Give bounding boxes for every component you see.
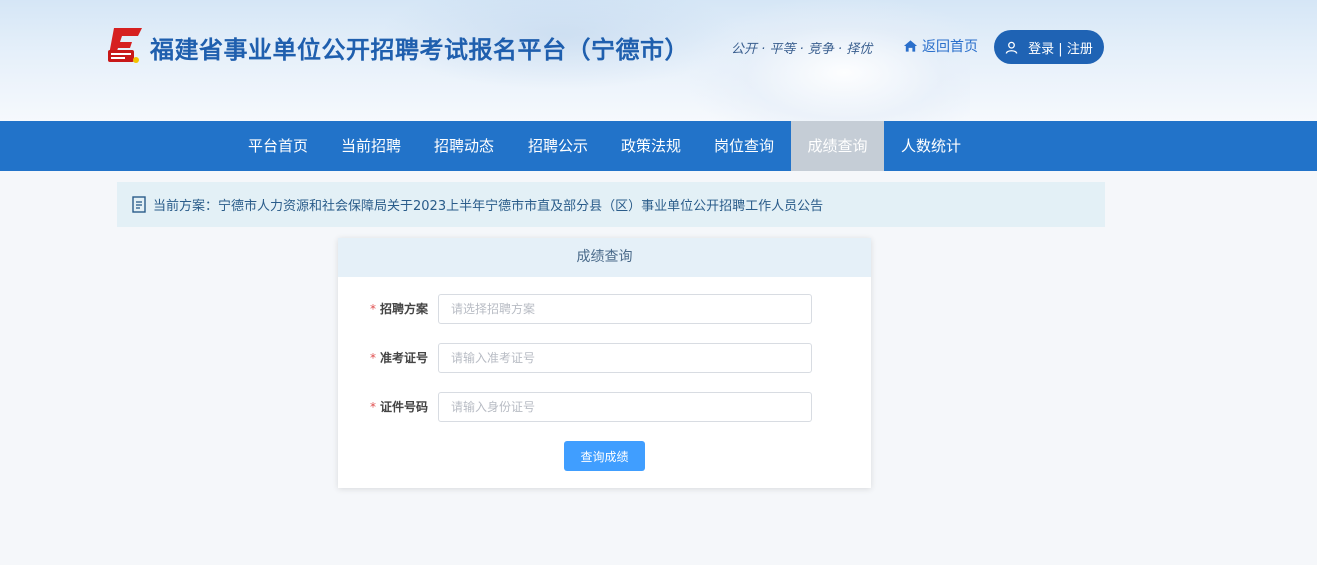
site-header: 福建省事业单位公开招聘考试报名平台（宁德市） 公开 · 平等 · 竞争 · 择优… — [0, 0, 1317, 121]
id-number-input[interactable] — [438, 392, 812, 422]
document-icon — [132, 196, 146, 213]
form-row-id: * 证件号码 — [338, 392, 871, 422]
return-home-link[interactable]: 返回首页 — [903, 36, 978, 56]
current-plan-link[interactable]: 宁德市人力资源和社会保障局关于2023上半年宁德市市直及部分县（区）事业单位公开… — [218, 195, 823, 214]
nav-item-recruitment-news[interactable]: 招聘动态 — [417, 121, 511, 171]
ticket-label: * 准考证号 — [369, 351, 428, 365]
ticket-number-input[interactable] — [438, 343, 812, 373]
nav-item-home[interactable]: 平台首页 — [231, 121, 325, 171]
nav-item-position-query[interactable]: 岗位查询 — [697, 121, 791, 171]
nav-item-recruitment-notice[interactable]: 招聘公示 — [511, 121, 605, 171]
site-logo[interactable] — [106, 26, 144, 66]
nav-item-statistics[interactable]: 人数统计 — [884, 121, 978, 171]
id-label: * 证件号码 — [369, 400, 428, 414]
site-slogan: 公开 · 平等 · 竞争 · 择优 — [731, 42, 873, 57]
header-background-hands — [690, 0, 970, 121]
user-icon — [1005, 41, 1018, 54]
nav-item-policies[interactable]: 政策法规 — [604, 121, 698, 171]
required-mark: * — [369, 351, 376, 365]
score-query-card: 成绩查询 *招聘方案 *准考证号 *证件号码 查询成绩 — [338, 238, 871, 488]
current-plan-notice: 当前方案： 宁德市人力资源和社会保障局关于2023上半年宁德市市直及部分县（区）… — [117, 182, 1105, 227]
site-title: 福建省事业单位公开招聘考试报名平台（宁德市） — [150, 36, 689, 64]
required-mark: * — [369, 400, 376, 414]
login-register-button[interactable]: 登录 | 注册 — [994, 30, 1104, 64]
return-home-label: 返回首页 — [922, 39, 978, 55]
form-row-ticket: * 准考证号 — [338, 343, 871, 373]
required-mark: * — [369, 302, 376, 316]
card-title: 成绩查询 — [338, 238, 871, 277]
form-row-plan: * 招聘方案 — [338, 294, 871, 324]
login-register-label: 登录 | 注册 — [1028, 41, 1093, 57]
plan-label: * 招聘方案 — [369, 302, 428, 316]
nav-item-current-recruitment[interactable]: 当前招聘 — [324, 121, 418, 171]
current-plan-label: 当前方案： — [153, 199, 219, 214]
query-score-button[interactable]: 查询成绩 — [564, 441, 645, 471]
main-nav: 平台首页 当前招聘 招聘动态 招聘公示 政策法规 岗位查询 成绩查询 人数统计 — [0, 121, 1317, 171]
nav-item-score-query[interactable]: 成绩查询 — [791, 121, 884, 171]
plan-select[interactable] — [438, 294, 812, 324]
home-icon — [903, 40, 918, 52]
